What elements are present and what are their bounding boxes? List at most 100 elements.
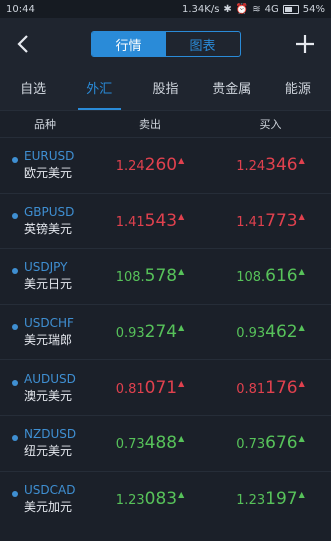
sell-price-pips: 071 (144, 377, 178, 398)
alarm-icon: ⏰ (235, 3, 249, 15)
sell-price: 1.23083▲ (90, 489, 210, 509)
plus-icon[interactable] (293, 32, 317, 56)
table-header: 品种 卖出 买入 (0, 111, 331, 137)
quote-row[interactable]: USDCAD 美元加元 1.23083▲ 1.23197▲ (0, 470, 331, 527)
quote-row[interactable]: USDCHF 美元瑞郎 0.93274▲ 0.93462▲ (0, 303, 331, 360)
dot-icon (12, 379, 18, 386)
tab-energy[interactable]: 能源 (265, 70, 331, 110)
battery-icon (282, 4, 299, 14)
symbol-cell: AUDUSD 澳元美元 (0, 371, 90, 405)
symbol-name: 欧元美元 (24, 166, 73, 181)
symbol-cell: GBPUSD 英镑美元 (0, 204, 90, 238)
symbol-name: 美元瑞郎 (24, 333, 73, 348)
up-arrow-icon: ▲ (178, 489, 185, 499)
up-arrow-icon: ▲ (178, 267, 185, 277)
symbol-name: 美元加元 (24, 499, 73, 514)
sell-price-prefix: 0.93 (115, 326, 145, 342)
buy-price-prefix: 108. (236, 270, 266, 286)
buy-price-prefix: 0.81 (236, 381, 266, 397)
buy-price: 1.24346▲ (210, 155, 331, 175)
buy-price-pips: 616 (265, 266, 298, 287)
sell-price-prefix: 1.24 (115, 159, 145, 175)
up-arrow-icon: ▲ (298, 489, 305, 499)
symbol-cell: EURUSD 欧元美元 (0, 148, 90, 182)
symbol-code: USDCHF (24, 316, 74, 331)
header-symbol: 品种 (34, 118, 56, 131)
sell-price: 0.73488▲ (90, 433, 210, 453)
up-arrow-icon: ▲ (178, 378, 185, 388)
buy-price-pips: 773 (265, 210, 298, 231)
symbol-code: USDCAD (24, 482, 76, 497)
buy-price-prefix: 1.41 (236, 214, 266, 230)
sell-price-prefix: 0.81 (115, 381, 145, 397)
symbol-name: 澳元美元 (24, 388, 73, 403)
buy-price-prefix: 0.73 (236, 437, 266, 453)
symbol-name: 纽元美元 (24, 444, 73, 459)
buy-price: 1.41773▲ (210, 211, 331, 231)
buy-price: 1.23197▲ (210, 489, 331, 509)
buy-price-prefix: 1.24 (236, 159, 266, 175)
tab-watchlist[interactable]: 自选 (0, 70, 66, 110)
status-time: 10:44 (6, 3, 35, 15)
buy-price-pips: 676 (265, 433, 298, 454)
back-icon[interactable] (12, 32, 36, 56)
quote-list: EURUSD 欧元美元 1.24260▲ 1.24346▲ GBPUSD 英镑美元 1.41… (0, 137, 331, 526)
sell-price-pips: 274 (144, 322, 178, 343)
buy-price-pips: 346 (265, 155, 298, 176)
buy-price-prefix: 1.23 (236, 492, 266, 508)
tab-indices[interactable]: 股指 (132, 70, 198, 110)
status-battery: 54% (302, 3, 325, 15)
category-tabs: 自选 外汇 股指 贵金属 能源 (0, 70, 331, 111)
sell-price-prefix: 0.73 (115, 437, 145, 453)
sell-price-pips: 578 (144, 266, 178, 287)
quote-row[interactable]: AUDUSD 澳元美元 0.81071▲ 0.81176▲ (0, 359, 331, 415)
tab-forex[interactable]: 外汇 (66, 70, 132, 110)
buy-price: 108.616▲ (210, 266, 331, 286)
status-right: 1.34K/s ✱ ⏰ ≋ 4G 54% (182, 4, 325, 15)
buy-price-pips: 176 (265, 377, 298, 398)
symbol-code: AUDUSD (24, 371, 76, 386)
up-arrow-icon: ▲ (298, 434, 305, 444)
segment-chart[interactable]: 图表 (166, 32, 240, 56)
sell-price-pips: 543 (144, 210, 178, 231)
symbol-code: EURUSD (24, 149, 75, 164)
view-switch: 行情 图表 (90, 31, 241, 57)
symbol-code: NZDUSD (24, 427, 77, 442)
symbol-code: USDJPY (24, 260, 68, 275)
symbol-name: 美元日元 (24, 277, 73, 292)
sell-price: 1.24260▲ (90, 155, 210, 175)
quote-row[interactable]: GBPUSD 英镑美元 1.41543▲ 1.41773▲ (0, 192, 331, 249)
sell-price-prefix: 108. (115, 270, 145, 286)
sell-price-pips: 083 (144, 488, 178, 509)
sell-price: 1.41543▲ (90, 211, 210, 231)
symbol-code: GBPUSD (24, 204, 75, 219)
quote-row[interactable]: EURUSD 欧元美元 1.24260▲ 1.24346▲ (0, 137, 331, 193)
dot-icon (12, 490, 18, 497)
bluetooth-icon: ✱ (223, 3, 232, 15)
quote-row[interactable]: USDJPY 美元日元 108.578▲ 108.616▲ (0, 248, 331, 304)
segment-quotes[interactable]: 行情 (91, 32, 166, 56)
header-buy: 买入 (259, 118, 282, 131)
status-net: 4G (264, 3, 279, 15)
tab-precious-metals[interactable]: 贵金属 (199, 70, 265, 110)
symbol-cell: USDJPY 美元日元 (0, 259, 90, 293)
up-arrow-icon: ▲ (178, 434, 185, 444)
symbol-cell: NZDUSD 纽元美元 (0, 426, 90, 460)
sell-price-pips: 488 (144, 433, 178, 454)
quote-row[interactable]: NZDUSD 纽元美元 0.73488▲ 0.73676▲ (0, 414, 331, 471)
dot-icon (12, 212, 18, 219)
top-nav-bar: 行情 图表 (0, 18, 331, 70)
up-arrow-icon: ▲ (178, 323, 185, 333)
sell-price: 108.578▲ (90, 266, 210, 286)
symbol-cell: USDCHF 美元瑞郎 (0, 315, 90, 349)
sell-price-prefix: 1.41 (115, 214, 145, 230)
sell-price-prefix: 1.23 (115, 492, 145, 508)
buy-price: 0.81176▲ (210, 378, 331, 398)
up-arrow-icon: ▲ (178, 156, 185, 166)
symbol-name: 英镑美元 (24, 221, 73, 236)
buy-price-pips: 197 (265, 488, 298, 509)
buy-price: 0.73676▲ (210, 433, 331, 453)
sell-price-pips: 260 (144, 155, 178, 176)
up-arrow-icon: ▲ (298, 323, 305, 333)
up-arrow-icon: ▲ (298, 267, 305, 277)
